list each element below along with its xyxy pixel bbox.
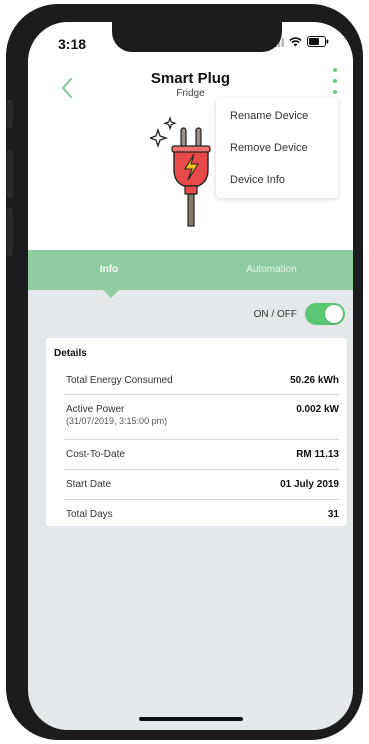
power-toggle-row: ON / OFF	[254, 302, 353, 326]
details-card: Details Total Energy Consumed 50.26 kWh …	[46, 338, 347, 526]
sparkle-icon	[150, 116, 177, 149]
detail-value: 01 July 2019	[280, 479, 339, 490]
rename-device-item[interactable]: Rename Device	[216, 102, 338, 134]
volume-up-button	[7, 150, 13, 198]
app-screen: 3:18 Smart Plug Fridge Rename Device Rem…	[28, 22, 353, 730]
detail-sublabel: (31/07/2019, 3:15:00 pm)	[66, 416, 168, 426]
detail-row-cost: Cost-To-Date RM 11.13	[64, 440, 339, 470]
detail-label: Total Energy Consumed	[66, 375, 173, 386]
status-time: 3:18	[58, 36, 87, 52]
remove-device-item[interactable]: Remove Device	[216, 134, 338, 166]
smart-plug-illustration	[150, 116, 211, 227]
detail-row-active-power: Active Power (31/07/2019, 3:15:00 pm) 0.…	[64, 395, 339, 440]
toggle-knob	[325, 305, 343, 323]
detail-row-start-date: Start Date 01 July 2019	[64, 470, 339, 500]
active-tab-indicator	[103, 290, 119, 298]
tab-bar: Info Automation	[28, 250, 353, 290]
notch	[112, 22, 282, 52]
device-info-item[interactable]: Device Info	[216, 166, 338, 198]
detail-value: 31	[327, 509, 339, 520]
tab-info[interactable]: Info	[28, 250, 190, 290]
detail-value: 0.002 kW	[296, 404, 339, 415]
device-header: 3:18 Smart Plug Fridge Rename Device Rem…	[28, 22, 353, 250]
volume-down-button	[7, 208, 13, 256]
more-options-icon[interactable]	[328, 68, 342, 94]
battery-icon	[307, 36, 329, 47]
detail-value: 50.26 kWh	[290, 375, 339, 386]
detail-value: RM 11.13	[296, 449, 339, 460]
detail-label: Active Power	[66, 404, 125, 415]
mute-switch	[7, 100, 13, 128]
toggle-label: ON / OFF	[253, 308, 297, 320]
details-list: Total Energy Consumed 50.26 kWh Active P…	[64, 366, 339, 529]
tab-automation[interactable]: Automation	[190, 250, 353, 290]
detail-row-total-days: Total Days 31	[64, 500, 339, 529]
device-options-menu: Rename Device Remove Device Device Info	[216, 98, 338, 198]
detail-label: Cost-To-Date	[66, 449, 125, 460]
phone-frame: 3:18 Smart Plug Fridge Rename Device Rem…	[6, 4, 363, 740]
detail-label: Start Date	[66, 479, 112, 490]
wifi-icon	[289, 36, 302, 46]
page-title: Smart Plug	[150, 70, 231, 87]
home-indicator[interactable]	[139, 717, 243, 721]
details-title: Details	[54, 348, 87, 359]
power-toggle[interactable]	[305, 303, 345, 325]
detail-label: Total Days	[66, 509, 113, 520]
detail-row-total-energy: Total Energy Consumed 50.26 kWh	[64, 366, 339, 395]
